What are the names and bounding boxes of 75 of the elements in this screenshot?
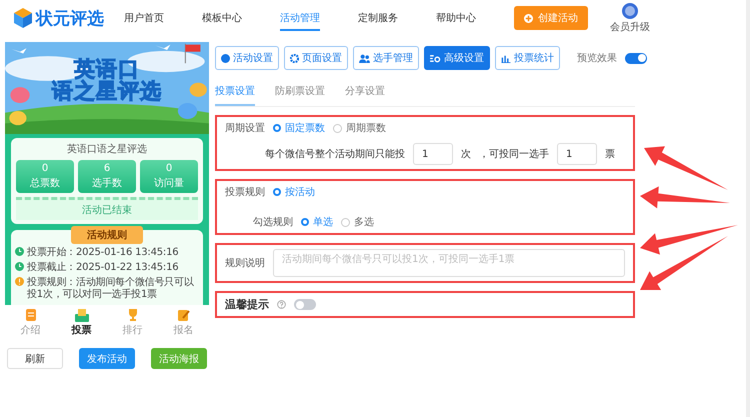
text-area[interactable]: 活动期间每个微信号只可以投1次，可投同一选手1票	[273, 249, 625, 277]
unit-text: 票	[605, 148, 615, 161]
radio-option[interactable]: 按活动	[273, 185, 315, 199]
action-button[interactable]: 发布活动	[79, 348, 135, 369]
help-icon[interactable]	[277, 300, 286, 309]
field-label: 温馨提示	[225, 297, 269, 312]
radio-button[interactable]	[333, 124, 342, 132]
sub-tab[interactable]: 分享设置	[345, 78, 385, 106]
toolbar-button[interactable]: 活动设置	[215, 46, 279, 70]
tab-bar-item[interactable]: 投票	[72, 308, 92, 337]
field-text: 每个微信号整个活动期间只能投	[265, 148, 405, 161]
radio-option[interactable]: 固定票数	[273, 121, 325, 135]
tab-bar-item[interactable]: 介绍	[20, 308, 40, 337]
toolbar-button[interactable]: 投票统计	[495, 46, 560, 70]
field-text: ，可投同一选手	[479, 148, 549, 161]
tab-bar-item[interactable]: 排行	[122, 308, 142, 337]
card-title: 英语口语之星评选	[67, 142, 147, 156]
gears-icon	[430, 54, 441, 62]
stat-label: 选手数	[92, 176, 122, 190]
nav-item[interactable]: 活动管理	[280, 5, 320, 31]
toggle-switch[interactable]	[294, 299, 316, 310]
upgrade-label[interactable]: 会员升级	[610, 20, 650, 34]
ballot-box-icon	[74, 308, 90, 322]
radio-button[interactable]	[301, 218, 309, 226]
logo-text: 状元评选	[36, 8, 104, 30]
radio-button[interactable]	[273, 188, 281, 196]
banner-title: 语之星评选	[52, 80, 162, 102]
rule-text: 投票规则：活动期间每个微信号只可以投1次，可以对同一选手投1票	[27, 277, 195, 301]
sub-tab[interactable]: 防刷票设置	[275, 78, 325, 106]
action-button[interactable]: 活动海报	[151, 348, 207, 369]
plus-icon	[524, 14, 533, 22]
gear-icon	[290, 54, 299, 62]
bar-chart-icon	[501, 54, 511, 62]
create-button[interactable]: 创建活动	[514, 6, 588, 30]
badge-icon[interactable]	[622, 2, 638, 18]
document-icon	[24, 308, 38, 322]
stat-value: 6	[104, 163, 110, 174]
field-label: 规则说明	[225, 257, 265, 270]
radio-button[interactable]	[341, 218, 350, 226]
nav-item[interactable]: 模板中心	[202, 5, 242, 31]
field-label: 勾选规则	[253, 216, 293, 229]
toggle-switch[interactable]	[625, 52, 647, 64]
tab-bar-item[interactable]: 报名	[174, 308, 194, 337]
radio-option[interactable]: 周期票数	[333, 121, 386, 135]
stat-label: 访问量	[154, 176, 184, 190]
radio-option[interactable]: 单选	[301, 215, 333, 229]
action-button[interactable]: 刷新	[7, 348, 63, 369]
rule-text: 投票截止：2025-01-22 13:45:16	[27, 262, 180, 274]
cube-icon	[14, 8, 32, 28]
unit-text: 次	[461, 148, 471, 161]
info-icon	[15, 277, 24, 286]
number-field[interactable]: 1	[557, 143, 597, 165]
preview-label: 预览效果	[577, 52, 617, 65]
stat-label: 总票数	[30, 176, 60, 190]
sub-tab[interactable]: 投票设置	[215, 78, 255, 106]
field-label: 周期设置	[225, 122, 265, 135]
users-icon	[359, 54, 370, 62]
stat-value: 0	[166, 163, 172, 174]
clock-icon	[15, 262, 24, 271]
rules-title: 活动规则	[71, 226, 143, 244]
number-field[interactable]: 1	[413, 143, 453, 165]
toolbar-button[interactable]: 页面设置	[284, 46, 348, 70]
field-label: 投票规则	[225, 186, 265, 199]
stat-value: 0	[42, 163, 48, 174]
edit-icon	[176, 308, 190, 322]
nav-item[interactable]: 帮助中心	[436, 5, 476, 31]
toolbar-button[interactable]: 选手管理	[353, 46, 419, 70]
status-banner: 活动已结束	[16, 197, 198, 220]
clock-icon	[15, 247, 24, 256]
radio-button[interactable]	[273, 124, 281, 132]
radio-option[interactable]: 多选	[341, 215, 374, 229]
toolbar-button[interactable]: 高级设置	[424, 46, 490, 70]
nav-item[interactable]: 用户首页	[124, 5, 164, 31]
nav-item[interactable]: 定制服务	[358, 5, 398, 31]
rule-text: 投票开始：2025-01-16 13:45:16	[27, 247, 180, 259]
